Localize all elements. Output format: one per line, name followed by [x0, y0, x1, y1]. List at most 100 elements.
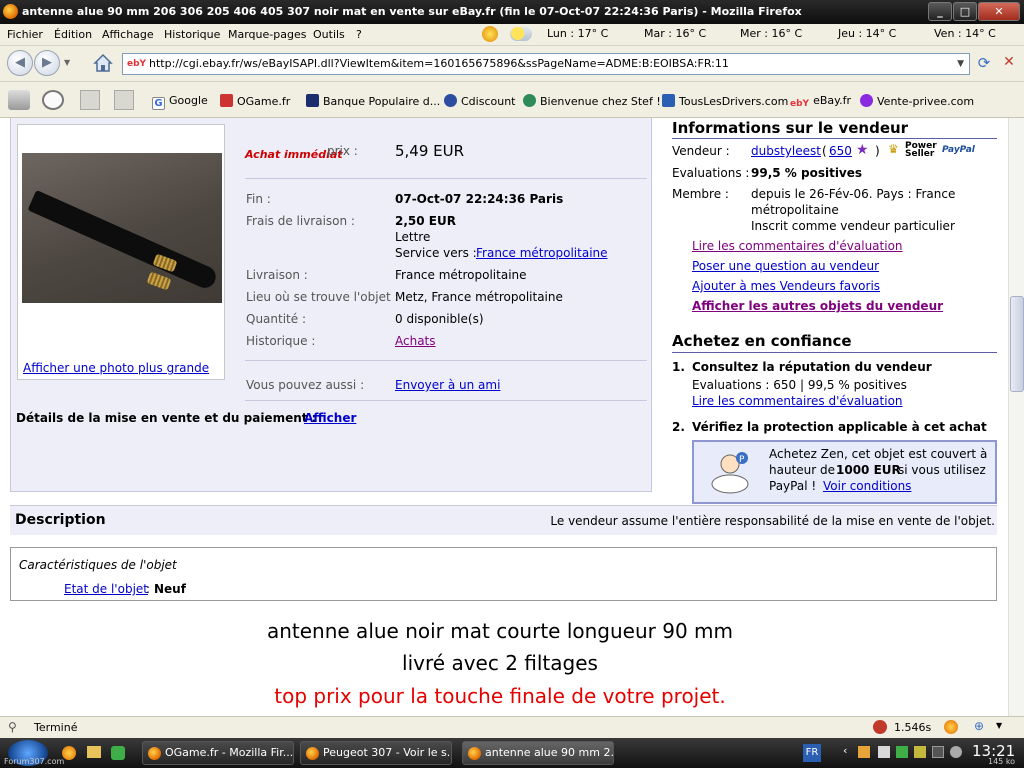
menu-affichage[interactable]: Affichage: [102, 28, 154, 41]
tray-icon[interactable]: [914, 746, 926, 758]
messenger-icon[interactable]: [111, 746, 125, 760]
weather-day-5[interactable]: Ven : 14° C: [896, 27, 996, 40]
weather-day-2[interactable]: Mar : 16° C: [610, 27, 706, 40]
home-button[interactable]: [92, 52, 114, 74]
details-show-link[interactable]: Afficher: [304, 411, 356, 425]
stop-icon: ✕: [1003, 54, 1015, 70]
history-dropdown-icon[interactable]: ▼: [64, 58, 70, 67]
other-items-link[interactable]: Afficher les autres objets du vendeur: [692, 299, 943, 313]
menu-marque-pages[interactable]: Marque-pages: [228, 28, 306, 41]
zoom-icon[interactable]: ⊕: [974, 719, 984, 733]
weather-day-1[interactable]: Lun : 17° C: [510, 27, 608, 41]
item-condition-link[interactable]: Etat de l'objet: [64, 582, 148, 596]
back-button[interactable]: ◀: [7, 50, 33, 76]
partly-cloudy-icon: [510, 27, 532, 41]
task-ogame[interactable]: OGame.fr - Mozilla Fir...: [142, 741, 294, 765]
menu-historique[interactable]: Historique: [164, 28, 220, 41]
vendor-label: Vendeur :: [672, 144, 730, 158]
tray-icon[interactable]: [878, 746, 890, 758]
firefox-icon[interactable]: [944, 720, 958, 734]
forward-button[interactable]: ▶: [34, 50, 60, 76]
task-peugeot[interactable]: Peugeot 307 - Voir le s...: [300, 741, 452, 765]
step1-text: Evaluations : 650 | 99,5 % positives: [692, 378, 907, 392]
send-to-friend-link[interactable]: Envoyer à un ami: [395, 378, 500, 392]
bookmark-cdiscount[interactable]: Cdiscount: [444, 94, 515, 108]
seller-name-link[interactable]: dubstyleest: [751, 144, 821, 158]
copy-icon[interactable]: [80, 90, 100, 110]
stop-button[interactable]: ✕: [999, 54, 1019, 74]
add-favorite-seller-link[interactable]: Ajouter à mes Vendeurs favoris: [692, 279, 880, 293]
bookmark-stef[interactable]: Bienvenue chez Stef !: [523, 94, 661, 108]
mail-icon[interactable]: [87, 746, 101, 758]
zen-buddha-icon: P: [706, 448, 754, 496]
tray-expand-icon[interactable]: ‹: [843, 744, 847, 757]
read-feedback-link[interactable]: Lire les commentaires d'évaluation: [692, 239, 903, 253]
menu-edition[interactable]: Édition: [54, 28, 92, 41]
feedback-count-link[interactable]: 650: [829, 144, 852, 158]
service-destination-link[interactable]: France métropolitaine: [476, 246, 608, 260]
extension-icon[interactable]: [873, 720, 887, 734]
close-window-button[interactable]: ✕: [978, 2, 1020, 21]
quantity-label: Quantité :: [246, 312, 306, 326]
menu-fichier[interactable]: Fichier: [7, 28, 43, 41]
url-dropdown-icon[interactable]: ▼: [957, 54, 964, 74]
weather-extension-icon[interactable]: [482, 26, 498, 42]
menu-outils[interactable]: Outils: [313, 28, 345, 41]
member-since: depuis le 26-Fév-06. Pays : France: [751, 187, 956, 201]
evaluations-label: Evaluations :: [672, 166, 750, 180]
item-summary-box: Afficher une photo plus grande Achat imm…: [10, 118, 652, 492]
language-indicator[interactable]: FR: [803, 744, 821, 762]
bookmark-vente-privee[interactable]: Vente-privee.com: [860, 94, 974, 108]
step1-title: Consultez la réputation du vendeur: [692, 360, 932, 374]
ask-question-link[interactable]: Poser une question au vendeur: [692, 259, 879, 273]
minimize-button[interactable]: _: [928, 2, 952, 21]
tray-icon[interactable]: [896, 746, 908, 758]
bookmark-ebay[interactable]: ebY eBay.fr: [790, 94, 851, 112]
description-line-3: top prix pour la touche finale de votre …: [274, 684, 726, 708]
bookmark-banque-populaire[interactable]: Banque Populaire d...: [306, 94, 440, 108]
location-value: Metz, France métropolitaine: [395, 290, 563, 304]
zen-line3: PayPal !: [769, 479, 817, 493]
size-label: 145 ko: [988, 757, 1016, 766]
member-label: Membre :: [672, 187, 729, 201]
feedback-open: (: [822, 144, 827, 158]
scrollbar-thumb[interactable]: [1010, 296, 1024, 392]
weather-day-4[interactable]: Jeu : 14° C: [800, 27, 896, 40]
enlarge-photo-link[interactable]: Afficher une photo plus grande: [23, 361, 209, 375]
tray-icon[interactable]: [932, 746, 944, 758]
zen-amount: 1000 EUR: [836, 463, 901, 477]
status-bar: ⚲ Terminé 1.546s ⊕ ▼: [0, 716, 1024, 738]
bookmark-ogame[interactable]: OGame.fr: [220, 94, 290, 108]
evaluations-value: 99,5 % positives: [751, 166, 863, 180]
reload-button[interactable]: ⟳: [974, 54, 994, 74]
clock-icon[interactable]: [42, 90, 64, 110]
bookmark-touslesdrivers[interactable]: TousLesDrivers.com: [662, 94, 788, 108]
member-country: métropolitaine: [751, 203, 839, 217]
ogame-icon: [220, 94, 233, 107]
divider: [672, 352, 997, 353]
weather-day-3[interactable]: Mer : 16° C: [702, 27, 802, 40]
print-icon[interactable]: [8, 90, 30, 110]
maximize-button[interactable]: □: [953, 2, 977, 21]
paste-icon[interactable]: [114, 90, 134, 110]
window-title-bar: antenne alue 90 mm 206 306 205 406 405 3…: [0, 0, 1024, 24]
item-photo[interactable]: [22, 153, 222, 303]
description-line-1: antenne alue noir mat courte longueur 90…: [266, 619, 734, 643]
reload-icon: ⟳: [977, 54, 991, 72]
address-bar[interactable]: ebY http://cgi.ebay.fr/ws/eBayISAPI.dll?…: [122, 53, 970, 75]
bookmark-google[interactable]: G Google: [152, 94, 208, 110]
vertical-scrollbar[interactable]: [1008, 118, 1024, 716]
tray-icon[interactable]: [858, 746, 870, 758]
step1-feedback-link[interactable]: Lire les commentaires d'évaluation: [692, 394, 903, 408]
task-antenne[interactable]: antenne alue 90 mm 2...: [462, 741, 614, 765]
volume-icon[interactable]: [950, 746, 962, 758]
power-seller-badge[interactable]: Power Seller: [905, 142, 941, 159]
item-specifics-box: Caractéristiques de l'objet Etat de l'ob…: [10, 547, 997, 601]
chevron-down-icon[interactable]: ▼: [996, 721, 1002, 730]
taskbar: OGame.fr - Mozilla Fir... Peugeot 307 - …: [0, 738, 1024, 768]
menu-help[interactable]: ?: [356, 28, 362, 41]
item-condition-value: Neuf: [154, 582, 186, 596]
zen-conditions-link[interactable]: Voir conditions: [823, 479, 911, 493]
service-label: Service vers :: [395, 246, 477, 260]
purchase-history-link[interactable]: Achats: [395, 334, 436, 348]
